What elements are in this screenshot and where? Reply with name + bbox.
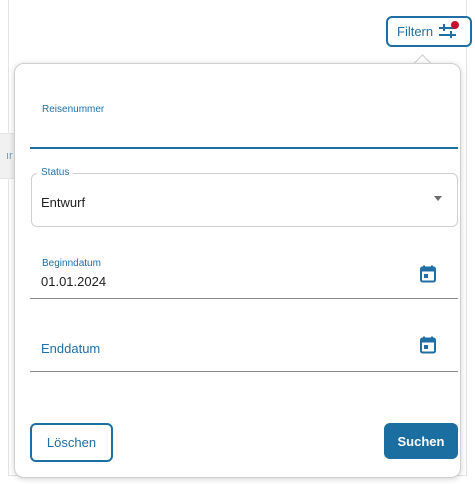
active-filter-dot-icon <box>451 20 460 29</box>
calendar-icon[interactable] <box>419 265 437 283</box>
enddatum-input-underline <box>30 371 458 372</box>
clear-button[interactable]: Löschen <box>30 423 113 462</box>
status-select[interactable]: Status Entwurf <box>30 166 458 228</box>
status-selected-value: Entwurf <box>41 195 86 210</box>
tune-sliders-icon <box>437 20 460 41</box>
filter-button-label: Filtern <box>397 24 434 39</box>
reisenummer-input-underline <box>30 147 458 149</box>
status-select-outline <box>31 173 458 227</box>
calendar-icon[interactable] <box>419 336 437 354</box>
status-label: Status <box>37 167 74 178</box>
beginndatum-label: Beginndatum <box>42 258 101 269</box>
filter-toggle-button[interactable]: Filtern <box>386 16 472 47</box>
beginndatum-input-underline <box>30 298 458 299</box>
reisenummer-field[interactable]: Reisenummer <box>30 90 458 150</box>
background-partial-text: ır <box>6 150 13 162</box>
enddatum-label: Enddatum <box>41 341 101 356</box>
enddatum-field[interactable]: Enddatum <box>30 330 458 372</box>
caret-down-icon <box>434 196 442 201</box>
search-button[interactable]: Suchen <box>384 423 458 459</box>
reisenummer-label: Reisenummer <box>42 104 105 115</box>
beginndatum-field[interactable]: Beginndatum 01.01.2024 <box>30 252 458 300</box>
beginndatum-value: 01.01.2024 <box>41 274 107 289</box>
